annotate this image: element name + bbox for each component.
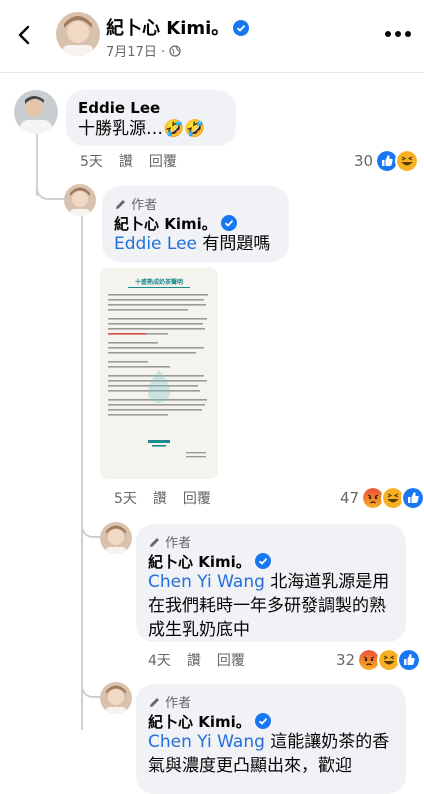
like-button[interactable]: 讚 <box>153 491 167 507</box>
comment-bubble: 作者 紀卜心 Kimi。 Chen Yi Wang 北海道乳源是用在我們耗時一年… <box>136 524 406 642</box>
author-badge: 作者 <box>114 194 157 213</box>
thread-line <box>81 216 83 730</box>
pencil-icon <box>150 698 159 707</box>
reply-button[interactable]: 回覆 <box>183 491 211 507</box>
comment-text-body: 有問題嗎 <box>197 234 271 254</box>
pencil-icon <box>150 538 159 547</box>
commenter-avatar[interactable] <box>100 522 132 554</box>
comment-author-name[interactable]: 紀卜心 Kimi。 <box>148 713 251 731</box>
comment-author[interactable]: Eddie Lee <box>78 99 160 117</box>
page-avatar[interactable] <box>56 12 100 56</box>
like-button[interactable]: 讚 <box>187 653 201 669</box>
comment-actions: 4天讚回覆 <box>148 650 261 670</box>
like-icon <box>397 648 422 672</box>
reaction-count: 30 <box>354 152 374 170</box>
post-date[interactable]: 7月17日 · <box>106 41 181 60</box>
reply-button[interactable]: 回覆 <box>217 653 245 669</box>
like-button[interactable]: 讚 <box>119 154 133 170</box>
reaction-summary[interactable]: 47 <box>340 486 424 510</box>
comment-author[interactable]: 紀卜心 Kimi。 <box>148 711 271 732</box>
author-role: 作者 <box>165 536 192 551</box>
comment-bubble: 作者 紀卜心 Kimi。 Eddie Lee 有問題嗎 <box>102 186 289 262</box>
like-icon <box>401 486 424 510</box>
haha-icon <box>395 149 420 173</box>
verified-badge-icon <box>233 20 250 36</box>
reaction-summary[interactable]: 30 <box>354 149 420 173</box>
comment-actions: 5天讚回覆 <box>114 488 227 508</box>
comment-author[interactable]: 紀卜心 Kimi。 <box>114 213 237 234</box>
comment-time[interactable]: 5天 <box>114 491 137 507</box>
author-role: 作者 <box>165 696 192 711</box>
commenter-avatar[interactable] <box>64 184 96 216</box>
statement-title: 十盛熟成奶茶聲明 <box>134 279 183 286</box>
thread-line-curve <box>36 180 64 200</box>
author-badge: 作者 <box>148 692 191 711</box>
reaction-summary[interactable]: 32 <box>336 648 422 672</box>
comment-author-name[interactable]: 紀卜心 Kimi。 <box>114 215 217 233</box>
verified-badge-icon <box>220 215 237 231</box>
globe-icon <box>169 45 181 57</box>
author-role: 作者 <box>131 198 158 213</box>
comment-bubble: Eddie Lee 十勝乳源…🤣🤣 <box>66 90 236 146</box>
reply-button[interactable]: 回覆 <box>149 154 177 170</box>
comment-text: 十勝乳源…🤣🤣 <box>78 119 206 139</box>
mention-link[interactable]: Eddie Lee <box>114 234 197 254</box>
mention-link[interactable]: Chen Yi Wang <box>148 572 265 592</box>
comment-text: Chen Yi Wang 北海道乳源是用在我們耗時一年多研發調製的熟成生乳奶底中 <box>148 570 398 642</box>
post-date-text[interactable]: 7月17日 · <box>106 45 165 60</box>
commenter-avatar[interactable] <box>14 90 58 134</box>
back-arrow-icon[interactable] <box>14 24 36 46</box>
page-name[interactable]: 紀卜心 Kimi。 <box>106 14 250 40</box>
reaction-count: 32 <box>336 651 356 669</box>
comment-time[interactable]: 5天 <box>80 154 103 170</box>
reaction-count: 47 <box>340 489 360 507</box>
comment-time[interactable]: 4天 <box>148 653 171 669</box>
top-bar: 紀卜心 Kimi。 7月17日 · <box>0 0 424 73</box>
page-name-text[interactable]: 紀卜心 Kimi。 <box>106 18 229 39</box>
pencil-icon <box>116 200 125 209</box>
comment-bubble: 作者 紀卜心 Kimi。 Chen Yi Wang 這能讓奶茶的香氣與濃度更凸顯… <box>136 684 406 794</box>
comment-author-name[interactable]: 紀卜心 Kimi。 <box>148 553 251 571</box>
watermark-icon <box>148 370 170 403</box>
more-options-icon[interactable] <box>384 30 412 38</box>
comment-author[interactable]: 紀卜心 Kimi。 <box>148 551 271 572</box>
comment-text: Chen Yi Wang 這能讓奶茶的香氣與濃度更凸顯出來，歡迎 <box>148 730 398 778</box>
statement-title-rule <box>128 287 190 288</box>
author-badge: 作者 <box>148 532 191 551</box>
comment-actions: 5天讚回覆 <box>80 151 193 171</box>
mention-link[interactable]: Chen Yi Wang <box>148 732 265 752</box>
commenter-avatar[interactable] <box>100 682 132 714</box>
attached-statement-image[interactable]: 十盛熟成奶茶聲明 <box>100 268 218 479</box>
comment-text: Eddie Lee 有問題嗎 <box>114 232 270 256</box>
verified-badge-icon <box>254 713 271 729</box>
verified-badge-icon <box>254 553 271 569</box>
